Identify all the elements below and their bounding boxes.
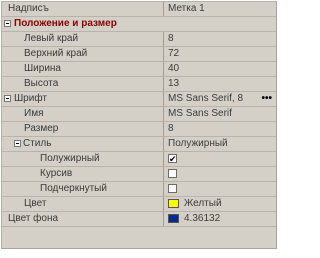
property-value-cell[interactable]: 8 bbox=[165, 32, 276, 46]
property-value-cell[interactable]: MS Sans Serif, 8 ••• bbox=[165, 92, 276, 106]
property-row[interactable]: Ширина 40 bbox=[2, 62, 276, 77]
property-value: Метка 1 bbox=[168, 3, 205, 14]
property-value: 4.36132 bbox=[184, 213, 221, 224]
property-row[interactable]: Надписъ Метка 1 bbox=[2, 2, 276, 17]
property-label: Имя bbox=[24, 108, 44, 119]
property-row[interactable]: Левый край 8 bbox=[2, 32, 276, 47]
property-label: Размер bbox=[24, 123, 59, 134]
property-row[interactable]: Шрифт MS Sans Serif, 8 ••• bbox=[2, 92, 276, 107]
property-row[interactable]: Положение и размер bbox=[2, 17, 276, 32]
property-name-cell: Шрифт bbox=[2, 92, 164, 106]
property-label: Положение и размер bbox=[14, 18, 117, 29]
property-name-cell: Надписъ bbox=[2, 2, 164, 16]
checkbox-checked[interactable]: ✔ bbox=[168, 154, 177, 164]
ellipsis-button[interactable]: ••• bbox=[261, 92, 272, 106]
property-name-cell: Полужирный bbox=[2, 152, 164, 166]
property-row[interactable]: Подчеркнутый bbox=[2, 182, 276, 197]
property-name-cell: Имя bbox=[2, 107, 164, 121]
property-value: MS Sans Serif bbox=[168, 108, 232, 119]
property-value-cell[interactable]: 40 bbox=[165, 62, 276, 76]
property-value-cell[interactable]: 4.36132 bbox=[165, 212, 276, 226]
property-value-cell[interactable] bbox=[165, 167, 276, 181]
property-label: Подчеркнутый bbox=[40, 183, 107, 194]
property-row[interactable]: Курсив bbox=[2, 167, 276, 182]
property-name-cell: Цвет bbox=[2, 197, 164, 211]
property-label: Левый край bbox=[24, 33, 79, 44]
property-label: Верхний край bbox=[24, 48, 88, 59]
property-value-cell[interactable]: Метка 1 bbox=[165, 2, 276, 16]
property-value-cell[interactable]: 8 bbox=[165, 122, 276, 136]
collapse-icon[interactable] bbox=[14, 140, 21, 147]
property-value: 8 bbox=[168, 33, 174, 44]
property-label: Полужирный bbox=[40, 153, 100, 164]
property-label: Высота bbox=[24, 78, 59, 89]
color-swatch bbox=[168, 214, 179, 223]
property-label: Шрифт bbox=[14, 93, 47, 104]
property-row[interactable]: Стиль Полужирный bbox=[2, 137, 276, 152]
property-label: Цвет bbox=[24, 198, 47, 209]
property-value: Полужирный bbox=[168, 138, 228, 149]
color-swatch bbox=[168, 199, 179, 208]
property-label: Стиль bbox=[23, 138, 52, 149]
collapse-icon[interactable] bbox=[4, 20, 11, 27]
property-value: Желтый bbox=[184, 198, 222, 209]
property-name-cell: Верхний край bbox=[2, 47, 164, 61]
property-value: MS Sans Serif, 8 bbox=[168, 93, 244, 104]
property-name-cell: Ширина bbox=[2, 62, 164, 76]
property-name-cell: Цвет фона bbox=[2, 212, 164, 226]
property-row[interactable]: Цвет фона 4.36132 bbox=[2, 212, 276, 227]
property-grid: Надписъ Метка 1 Положение и размер Левый кр… bbox=[1, 1, 277, 249]
property-name-cell: Положение и размер bbox=[2, 17, 276, 31]
property-value-cell[interactable] bbox=[165, 182, 276, 196]
property-name-cell: Подчеркнутый bbox=[2, 182, 164, 196]
property-value-cell[interactable]: Полужирный bbox=[165, 137, 276, 151]
property-value-cell[interactable]: MS Sans Serif bbox=[165, 107, 276, 121]
property-row[interactable]: Размер 8 bbox=[2, 122, 276, 137]
property-row[interactable]: Верхний край 72 bbox=[2, 47, 276, 62]
property-row[interactable]: Имя MS Sans Serif bbox=[2, 107, 276, 122]
property-value-cell[interactable]: 72 bbox=[165, 47, 276, 61]
property-row[interactable]: Цвет Желтый bbox=[2, 197, 276, 212]
property-name-cell: Высота bbox=[2, 77, 164, 91]
property-value-cell[interactable]: Желтый bbox=[165, 197, 276, 211]
property-row[interactable]: Полужирный ✔ bbox=[2, 152, 276, 167]
property-name-cell: Курсив bbox=[2, 167, 164, 181]
property-label: Надписъ bbox=[8, 3, 49, 14]
property-value: 72 bbox=[168, 48, 180, 59]
property-label: Курсив bbox=[40, 168, 73, 179]
property-row[interactable]: Высота 13 bbox=[2, 77, 276, 92]
checkbox[interactable] bbox=[168, 184, 177, 193]
property-label: Ширина bbox=[24, 63, 61, 74]
property-value: 40 bbox=[168, 63, 180, 74]
property-name-cell: Стиль bbox=[2, 137, 164, 151]
property-name-cell: Левый край bbox=[2, 32, 164, 46]
property-value: 8 bbox=[168, 123, 174, 134]
collapse-icon[interactable] bbox=[4, 95, 11, 102]
checkbox[interactable] bbox=[168, 169, 177, 178]
property-value: 13 bbox=[168, 78, 180, 89]
property-value-cell[interactable]: 13 bbox=[165, 77, 276, 91]
property-name-cell: Размер bbox=[2, 122, 164, 136]
property-label: Цвет фона bbox=[8, 213, 59, 224]
property-value-cell[interactable]: ✔ bbox=[165, 152, 276, 166]
